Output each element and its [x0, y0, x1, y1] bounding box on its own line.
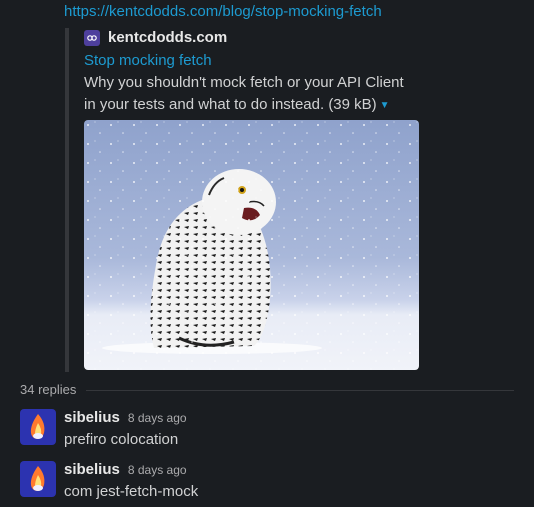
message-text: com jest-fetch-mock — [64, 483, 199, 500]
link-unfurl: kentcdodds.com Stop mocking fetch Why yo… — [65, 28, 425, 372]
timestamp[interactable]: 8 days ago — [128, 411, 187, 425]
avatar[interactable] — [20, 409, 56, 445]
message-text: prefiro colocation — [64, 431, 179, 448]
unfurl-site-name: kentcdodds.com — [108, 29, 228, 46]
caret-down-icon[interactable]: ▼ — [380, 100, 390, 111]
message-link[interactable]: https://kentcdodds.com/blog/stop-mocking… — [64, 3, 382, 21]
flame-avatar-icon — [30, 466, 45, 491]
author-name[interactable]: sibelius — [64, 461, 120, 479]
divider-line — [86, 389, 514, 391]
flame-avatar-icon — [30, 414, 45, 439]
message-header: sibelius 8 days ago — [64, 409, 187, 427]
author-name[interactable]: sibelius — [64, 409, 120, 427]
snowy-owl-image — [84, 120, 419, 370]
unfurl-description: Why you shouldn't mock fetch or your API… — [84, 72, 414, 117]
thread-replies-divider[interactable]: 34 replies — [20, 382, 514, 398]
avatar[interactable] — [20, 461, 56, 497]
replies-count-label[interactable]: 34 replies — [20, 382, 76, 398]
reply-message[interactable]: sibelius 8 days ago com jest-fetch-mock — [20, 461, 514, 501]
unfurl-description-text: Why you shouldn't mock fetch or your API… — [84, 74, 404, 113]
unfurl-title-link[interactable]: Stop mocking fetch — [84, 52, 212, 70]
unfurl-preview-image[interactable] — [84, 120, 419, 370]
timestamp[interactable]: 8 days ago — [128, 463, 187, 477]
kentcdodds-favicon-icon — [84, 30, 100, 46]
unfurl-site-row: kentcdodds.com — [84, 30, 227, 46]
reply-message[interactable]: sibelius 8 days ago prefiro colocation — [20, 409, 514, 449]
message-header: sibelius 8 days ago — [64, 461, 187, 479]
